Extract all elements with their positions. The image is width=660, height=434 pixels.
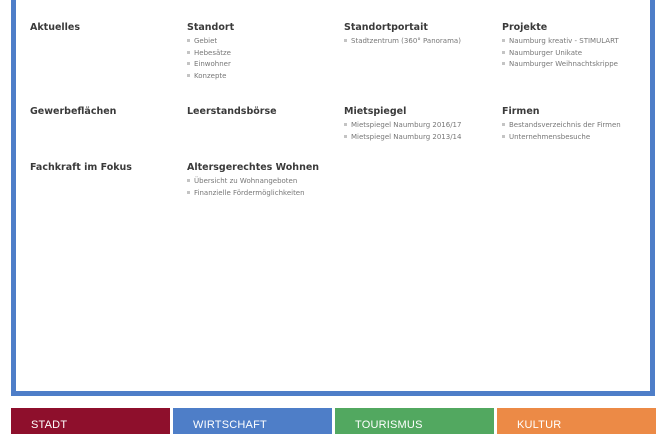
nav-tab-tourismus[interactable]: TOURISMUS <box>335 408 494 434</box>
bullet-icon <box>502 39 505 42</box>
submenu-item-einwohner[interactable]: Einwohner <box>187 59 234 71</box>
menu-group-projekte: Projekte Naumburg kreativ - STIMULART Na… <box>502 21 619 71</box>
nav-tab-wirtschaft[interactable]: WIRTSCHAFT <box>173 408 332 434</box>
submenu-item-hebesaetze[interactable]: Hebesätze <box>187 48 234 60</box>
bullet-icon <box>187 179 190 182</box>
mega-menu-panel: Aktuelles Standort Gebiet Hebesätze Einw… <box>11 0 655 396</box>
submenu-item-foerdermoeglichkeiten[interactable]: Finanzielle Fördermöglichkeiten <box>187 188 319 200</box>
bullet-icon <box>187 73 190 77</box>
menu-title-fachkraft[interactable]: Fachkraft im Fokus <box>30 161 132 175</box>
menu-title-standortportrait[interactable]: Standortportait <box>344 21 461 35</box>
submenu-standortportrait: Stadtzentrum (360° Panorama) <box>344 36 461 48</box>
bullet-icon <box>344 123 347 126</box>
bullet-icon <box>187 39 190 42</box>
submenu-item-unikate[interactable]: Naumburger Unikate <box>502 48 619 60</box>
menu-title-projekte[interactable]: Projekte <box>502 21 619 35</box>
bullet-icon <box>187 50 190 54</box>
menu-title-standort[interactable]: Standort <box>187 21 234 35</box>
main-navigation: STADT WIRTSCHAFT TOURISMUS KULTUR <box>11 408 656 434</box>
menu-title-alterswohnen[interactable]: Altersgerechtes Wohnen <box>187 161 319 175</box>
submenu-item-stadtzentrum[interactable]: Stadtzentrum (360° Panorama) <box>344 36 461 48</box>
menu-title-aktuelles[interactable]: Aktuelles <box>30 21 80 35</box>
bullet-icon <box>187 190 190 194</box>
menu-group-firmen: Firmen Bestandsverzeichnis der Firmen Un… <box>502 105 621 143</box>
submenu-firmen: Bestandsverzeichnis der Firmen Unternehm… <box>502 120 621 143</box>
menu-title-firmen[interactable]: Firmen <box>502 105 621 119</box>
submenu-item-wohnangebote[interactable]: Übersicht zu Wohnangeboten <box>187 176 319 188</box>
menu-group-standort: Standort Gebiet Hebesätze Einwohner Konz… <box>187 21 234 82</box>
menu-title-gewerbeflaechen[interactable]: Gewerbeflächen <box>30 105 116 119</box>
submenu-item-bestandsverzeichnis[interactable]: Bestandsverzeichnis der Firmen <box>502 120 621 132</box>
bullet-icon <box>502 134 505 138</box>
menu-title-leerstandsboerse[interactable]: Leerstandsbörse <box>187 105 277 119</box>
nav-tab-kultur[interactable]: KULTUR <box>497 408 656 434</box>
bullet-icon <box>502 62 505 65</box>
menu-group-alterswohnen: Altersgerechtes Wohnen Übersicht zu Wohn… <box>187 161 319 199</box>
menu-group-gewerbeflaechen: Gewerbeflächen <box>30 105 116 120</box>
submenu-item-mietspiegel-2013[interactable]: Mietspiegel Naumburg 2013/14 <box>344 132 461 144</box>
menu-group-mietspiegel: Mietspiegel Mietspiegel Naumburg 2016/17… <box>344 105 461 143</box>
submenu-item-weihnachtskrippe[interactable]: Naumburger Weihnachtskrippe <box>502 59 619 71</box>
submenu-item-mietspiegel-2016[interactable]: Mietspiegel Naumburg 2016/17 <box>344 120 461 132</box>
bullet-icon <box>502 123 505 126</box>
submenu-alterswohnen: Übersicht zu Wohnangeboten Finanzielle F… <box>187 176 319 199</box>
menu-group-aktuelles: Aktuelles <box>30 21 80 36</box>
bullet-icon <box>502 50 505 54</box>
submenu-item-unternehmensbesuche[interactable]: Unternehmensbesuche <box>502 132 621 144</box>
bullet-icon <box>344 39 347 42</box>
bullet-icon <box>187 62 190 65</box>
nav-tab-stadt[interactable]: STADT <box>11 408 170 434</box>
submenu-item-stimulart[interactable]: Naumburg kreativ - STIMULART <box>502 36 619 48</box>
menu-group-leerstandsboerse: Leerstandsbörse <box>187 105 277 120</box>
menu-title-mietspiegel[interactable]: Mietspiegel <box>344 105 461 119</box>
menu-group-fachkraft: Fachkraft im Fokus <box>30 161 132 176</box>
bullet-icon <box>344 134 347 138</box>
submenu-standort: Gebiet Hebesätze Einwohner Konzepte <box>187 36 234 82</box>
menu-group-standortportrait: Standortportait Stadtzentrum (360° Panor… <box>344 21 461 48</box>
submenu-item-gebiet[interactable]: Gebiet <box>187 36 234 48</box>
submenu-item-konzepte[interactable]: Konzepte <box>187 71 234 83</box>
submenu-mietspiegel: Mietspiegel Naumburg 2016/17 Mietspiegel… <box>344 120 461 143</box>
submenu-projekte: Naumburg kreativ - STIMULART Naumburger … <box>502 36 619 71</box>
